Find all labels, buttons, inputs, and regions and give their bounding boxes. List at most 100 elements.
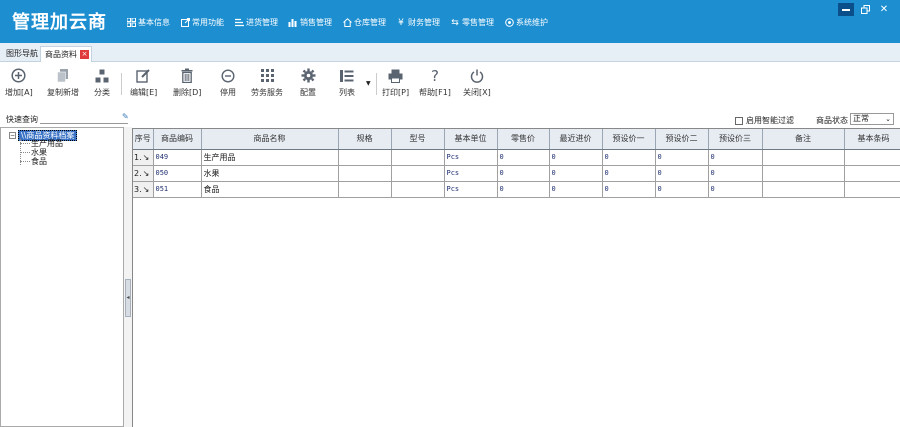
- smart-filter-toggle[interactable]: 启用智能过滤: [735, 115, 794, 126]
- column-header[interactable]: 预设价二: [655, 129, 709, 150]
- cell-barcode[interactable]: [844, 149, 900, 166]
- menu-retail[interactable]: ⇆ 零售管理: [450, 17, 494, 28]
- cell-preset-price-1[interactable]: 0: [602, 165, 656, 182]
- smart-filter-checkbox[interactable]: [735, 116, 743, 125]
- close-tab-icon[interactable]: ×: [80, 50, 89, 59]
- cell-last-purchase-price[interactable]: 0: [549, 149, 603, 166]
- cell-code[interactable]: 051: [153, 181, 202, 198]
- column-header[interactable]: 商品编码: [153, 129, 202, 150]
- category-button[interactable]: 分类: [94, 67, 110, 98]
- cell-unit[interactable]: Pcs: [444, 149, 498, 166]
- cell-preset-price-2[interactable]: 0: [655, 149, 709, 166]
- cell-retail-price[interactable]: 0: [497, 149, 550, 166]
- config-button[interactable]: 配置: [300, 67, 316, 98]
- minimize-button[interactable]: [838, 3, 854, 16]
- column-header[interactable]: 零售价: [497, 129, 550, 150]
- arrows-icon: ⇆: [451, 17, 459, 28]
- tree-connector: [20, 143, 30, 144]
- menu-common-functions[interactable]: 常用功能: [180, 17, 224, 28]
- collapse-panel-handle[interactable]: ◂: [125, 279, 131, 317]
- cell-model[interactable]: [391, 165, 445, 182]
- table-row[interactable]: 3.↘ 051 食品 Pcs 0 0 0 0 0: [133, 181, 900, 198]
- help-icon: ?: [430, 66, 439, 85]
- row-number[interactable]: 3.↘: [133, 181, 154, 198]
- column-header[interactable]: 规格: [338, 129, 392, 150]
- tab-graphic-navigation[interactable]: 图形导航: [2, 46, 42, 62]
- cell-preset-price-2[interactable]: 0: [655, 181, 709, 198]
- cell-barcode[interactable]: [844, 165, 900, 182]
- status-value: 正常: [853, 114, 869, 123]
- column-header[interactable]: 预设价一: [602, 129, 656, 150]
- menu-label: 基本信息: [138, 18, 170, 27]
- menu-system[interactable]: 系统维护: [504, 17, 548, 28]
- column-header[interactable]: 基本单位: [444, 129, 498, 150]
- menu-warehouse[interactable]: 仓库管理: [342, 17, 386, 28]
- cell-preset-price-1[interactable]: 0: [602, 181, 656, 198]
- cell-spec[interactable]: [338, 165, 392, 182]
- quick-search-input[interactable]: [40, 113, 128, 124]
- cell-preset-price-3[interactable]: 0: [708, 181, 763, 198]
- menu-finance[interactable]: ¥ 财务管理: [396, 17, 440, 28]
- tree-node[interactable]: 食品: [31, 157, 47, 166]
- cell-note[interactable]: [762, 165, 845, 182]
- edit-button[interactable]: 编辑[E]: [130, 67, 157, 98]
- cell-preset-price-3[interactable]: 0: [708, 165, 763, 182]
- cell-model[interactable]: [391, 149, 445, 166]
- toolbar-label: 列表: [339, 88, 355, 97]
- cell-unit[interactable]: Pcs: [444, 181, 498, 198]
- column-header[interactable]: 序号: [133, 129, 154, 150]
- cell-preset-price-2[interactable]: 0: [655, 165, 709, 182]
- delete-button[interactable]: 删除[D]: [173, 67, 201, 98]
- cell-code[interactable]: 050: [153, 165, 202, 182]
- add-button[interactable]: 增加[A]: [5, 67, 33, 98]
- cell-spec[interactable]: [338, 181, 392, 198]
- list-view-button[interactable]: 列表: [339, 67, 355, 98]
- product-status-select[interactable]: 正常 ⌄: [850, 113, 894, 125]
- column-header[interactable]: 基本条码: [844, 129, 900, 150]
- external-link-icon: [180, 18, 190, 28]
- menu-purchase[interactable]: 进货管理: [234, 17, 278, 28]
- cell-name[interactable]: 生产用品: [201, 149, 339, 166]
- cell-note[interactable]: [762, 181, 845, 198]
- list-dropdown-button[interactable]: ▼: [366, 80, 371, 87]
- cell-preset-price-1[interactable]: 0: [602, 149, 656, 166]
- restore-button[interactable]: [857, 3, 873, 16]
- table-row[interactable]: 2.↘ 050 水果 Pcs 0 0 0 0 0: [133, 165, 900, 182]
- cell-model[interactable]: [391, 181, 445, 198]
- row-number[interactable]: 1.↘: [133, 149, 154, 166]
- column-header[interactable]: 预设价三: [708, 129, 763, 150]
- copy-new-button[interactable]: 复制新增: [47, 67, 79, 98]
- help-button[interactable]: ? 帮助[F1]: [419, 67, 451, 98]
- column-header[interactable]: 型号: [391, 129, 445, 150]
- cell-spec[interactable]: [338, 149, 392, 166]
- cell-barcode[interactable]: [844, 181, 900, 198]
- column-header[interactable]: 备注: [762, 129, 845, 150]
- cell-note[interactable]: [762, 149, 845, 166]
- table-row[interactable]: 1.↘ 049 生产用品 Pcs 0 0 0 0 0: [133, 149, 900, 166]
- tree-node[interactable]: 生产用品: [31, 139, 63, 148]
- column-header[interactable]: 最近进价: [549, 129, 603, 150]
- cell-name[interactable]: 食品: [201, 181, 339, 198]
- labor-service-button[interactable]: 劳务服务: [251, 67, 283, 98]
- tree-node[interactable]: 水果: [31, 148, 47, 157]
- panel-splitter[interactable]: ◂: [124, 127, 132, 427]
- cell-unit[interactable]: Pcs: [444, 165, 498, 182]
- menu-sales[interactable]: 销售管理: [288, 17, 332, 28]
- collapse-icon[interactable]: −: [9, 132, 16, 139]
- cell-retail-price[interactable]: 0: [497, 165, 550, 182]
- close-page-button[interactable]: 关闭[X]: [463, 67, 491, 98]
- row-number[interactable]: 2.↘: [133, 165, 154, 182]
- tab-product-info[interactable]: 商品资料 ×: [40, 46, 92, 62]
- cell-code[interactable]: 049: [153, 149, 202, 166]
- search-icon[interactable]: ✎: [122, 112, 129, 121]
- cell-last-purchase-price[interactable]: 0: [549, 165, 603, 182]
- close-button[interactable]: ✕: [876, 3, 892, 16]
- cell-retail-price[interactable]: 0: [497, 181, 550, 198]
- print-button[interactable]: 打印[P]: [382, 67, 409, 98]
- menu-basic-info[interactable]: 基本信息: [126, 17, 170, 28]
- disable-button[interactable]: 停用: [220, 67, 236, 98]
- cell-name[interactable]: 水果: [201, 165, 339, 182]
- column-header[interactable]: 商品名称: [201, 129, 339, 150]
- cell-last-purchase-price[interactable]: 0: [549, 181, 603, 198]
- cell-preset-price-3[interactable]: 0: [708, 149, 763, 166]
